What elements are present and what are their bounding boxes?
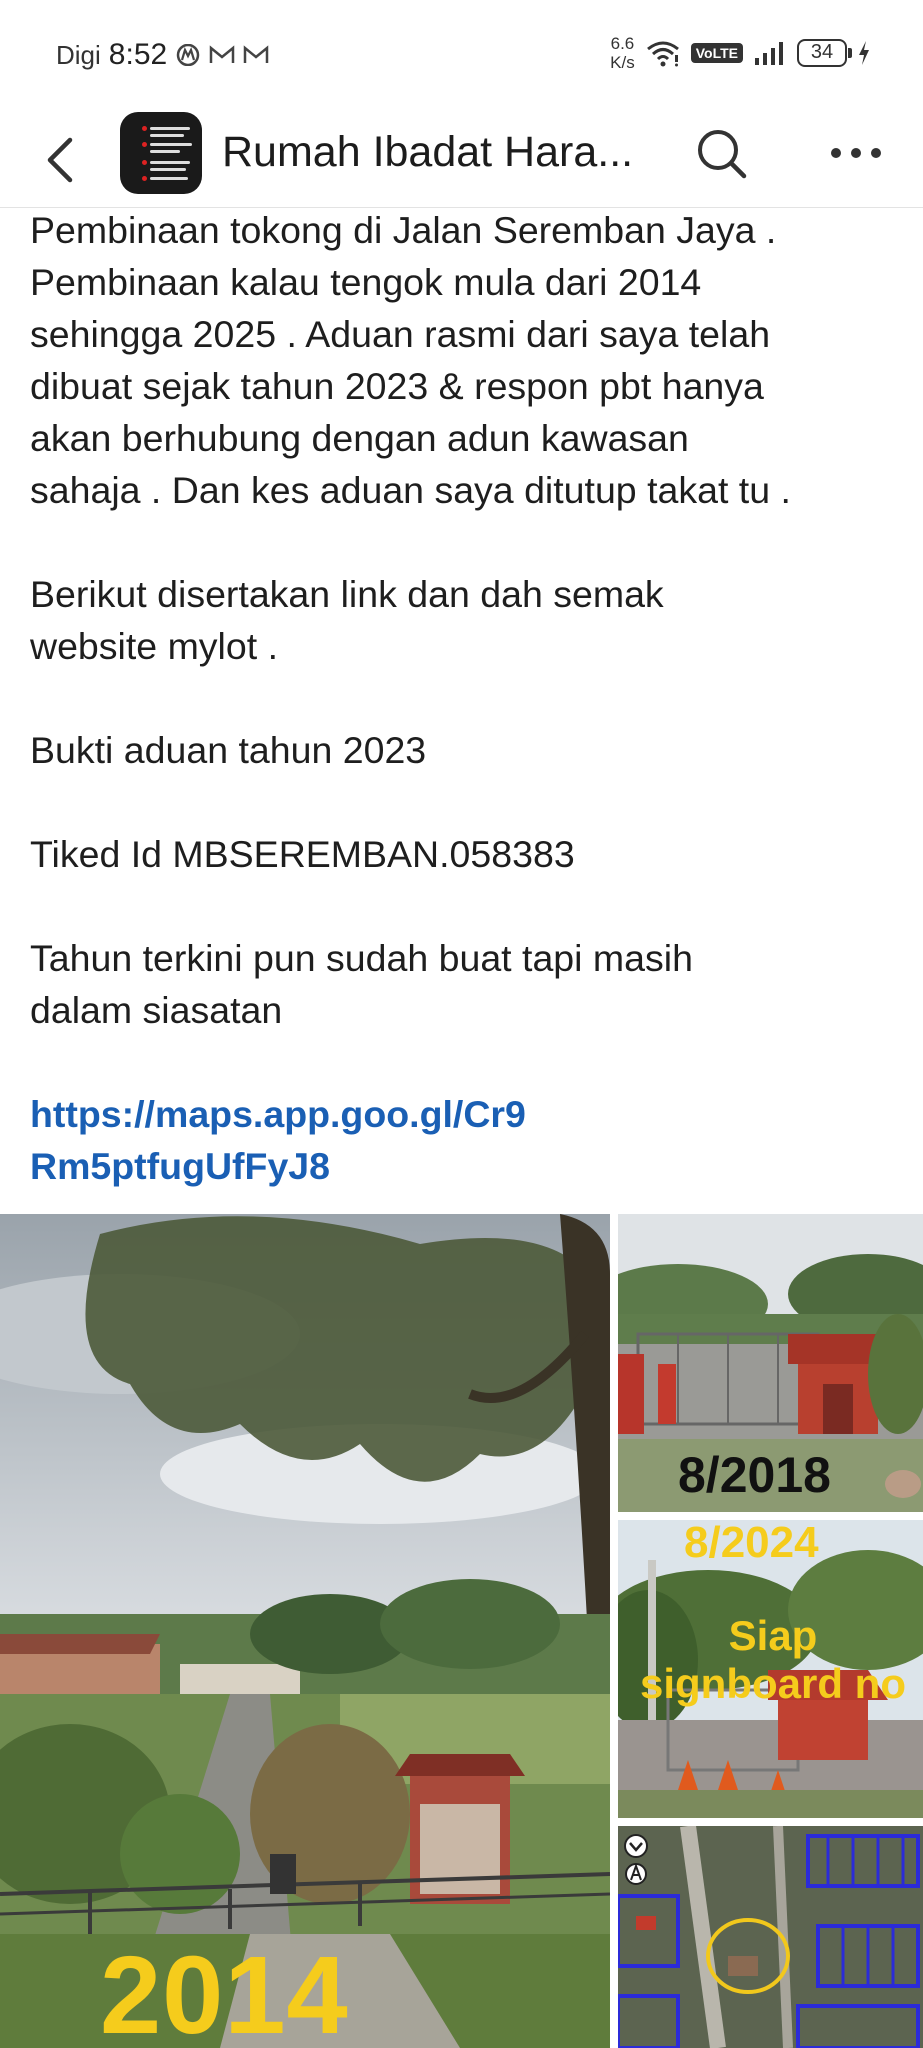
photo-2018[interactable]: 8/2018	[618, 1214, 923, 1512]
photo-grid: 2014 8/2018 8/2024 Siap signboard no	[0, 1214, 923, 2048]
avatar-bullet	[142, 160, 147, 165]
volte-badge: VoLTE	[690, 43, 743, 63]
photo-map[interactable]	[618, 1826, 923, 2048]
post-paragraph: Bukti aduan tahun 2023	[30, 729, 427, 771]
status-right: 6.6 K/s VoLTE 34	[610, 34, 871, 72]
photo-2024-label: 8/2024	[684, 1520, 819, 1567]
more-options-icon[interactable]	[828, 138, 884, 168]
avatar-bullet	[142, 176, 147, 181]
status-bar: Digi 8:52 6.6 K/s VoLTE 34	[0, 0, 923, 112]
maps-link[interactable]: https://maps.app.goo.gl/Cr9Rm5ptfugUfFyJ…	[30, 1088, 550, 1192]
photo-2014[interactable]: 2014	[0, 1214, 610, 2048]
photo-2024-caption: Siap signboard no	[640, 1612, 906, 1707]
back-arrow-icon[interactable]	[36, 130, 86, 190]
carrier-name: Digi	[56, 39, 101, 70]
charging-icon	[859, 41, 869, 65]
avatar-line	[150, 134, 184, 137]
photo-2014-label: 2014	[100, 1934, 349, 2048]
wifi-icon	[646, 41, 679, 67]
network-speed-value: 6.6	[610, 34, 635, 53]
avatar-line	[150, 143, 192, 146]
group-title[interactable]: Rumah Ibadat Hara...	[222, 128, 633, 177]
status-left: Digi 8:52	[56, 38, 269, 72]
avatar-line	[150, 127, 190, 130]
photo-2024[interactable]: 8/2024 Siap signboard no	[618, 1520, 923, 1818]
signal-icon	[755, 42, 783, 65]
gmail-icon-2	[243, 45, 269, 63]
gmail-icon	[209, 45, 235, 63]
post-paragraph: Pembinaan tokong di Jalan Seremban Jaya …	[30, 209, 791, 511]
avatar-line	[150, 168, 186, 171]
avatar-line	[150, 161, 190, 164]
photo-map-image	[618, 1826, 923, 2048]
avatar-line	[150, 150, 180, 153]
avatar-bullet	[142, 142, 147, 147]
post-body: Pembinaan tokong di Jalan Seremban Jaya …	[30, 204, 900, 1192]
search-icon[interactable]	[694, 126, 750, 182]
avatar-bullet	[142, 126, 147, 131]
post-paragraph: Berikut disertakan link dan dah semak we…	[30, 573, 664, 667]
network-speed: 6.6 K/s	[610, 34, 635, 72]
battery-indicator: 34	[797, 39, 852, 67]
network-speed-unit: K/s	[610, 53, 635, 72]
group-header: Rumah Ibadat Hara...	[0, 112, 923, 208]
post-paragraph: Tiked Id MBSEREMBAN.058383	[30, 833, 575, 875]
photo-2018-label: 8/2018	[678, 1447, 831, 1503]
group-avatar[interactable]	[120, 112, 202, 194]
photo-2014-image	[0, 1214, 610, 2048]
post-paragraph: Tahun terkini pun sudah buat tapi masih …	[30, 937, 693, 1031]
avatar-line	[150, 177, 188, 180]
maxis-icon	[176, 44, 200, 66]
clock: 8:52	[108, 38, 168, 71]
